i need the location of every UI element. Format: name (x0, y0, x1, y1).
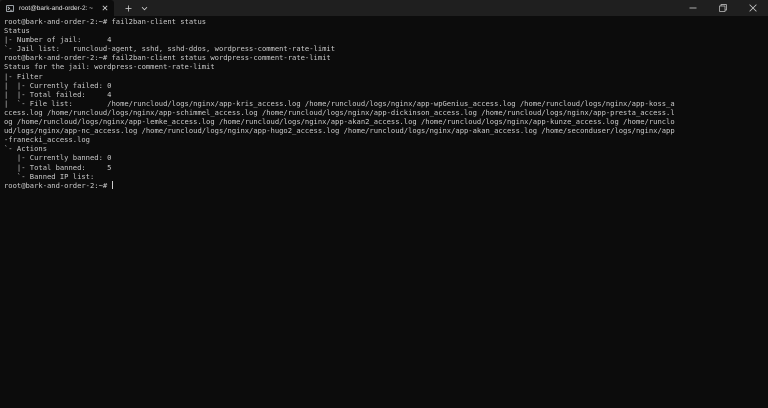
tab-title: root@bark-and-order-2: ~ (19, 4, 93, 12)
tab-active[interactable]: root@bark-and-order-2: ~ (0, 0, 114, 16)
close-window-icon[interactable] (738, 0, 768, 16)
title-bar: root@bark-and-order-2: ~ (0, 0, 768, 16)
terminal-line: ccess.log /home/runcloud/logs/nginx/app-… (4, 107, 675, 117)
terminal-line: |- Currently banned: 0 (4, 153, 112, 163)
terminal-window: root@bark-and-order-2: ~ root@bark-and-o… (0, 0, 768, 408)
terminal-line: Status for the jail: wordpress-comment-r… (4, 62, 215, 72)
terminal-line: | |- Currently failed: 0 (4, 80, 112, 90)
terminal-line: Status (4, 26, 30, 36)
window-controls (678, 0, 768, 16)
restore-icon[interactable] (708, 0, 738, 16)
terminal-line: |- Number of jail: 4 (4, 35, 112, 45)
terminal-output[interactable]: root@bark-and-order-2:~# fail2ban-client… (4, 17, 764, 408)
shell-prompt: root@bark-and-order-2:~# (4, 180, 112, 190)
text-cursor (112, 180, 114, 189)
terminal-line: root@bark-and-order-2:~# fail2ban-client… (4, 17, 207, 26)
plus-icon[interactable] (120, 0, 136, 16)
terminal-line: ud/logs/nginx/app-nc_access.log /home/ru… (4, 126, 675, 136)
terminal-line: root@bark-and-order-2:~# fail2ban-client… (4, 53, 331, 63)
minimize-icon[interactable] (678, 0, 708, 16)
terminal-line: `- Banned IP list: (4, 171, 95, 181)
terminal-icon (6, 4, 14, 12)
terminal-line: | |- Total failed: 4 (4, 89, 112, 99)
chevron-down-icon[interactable] (136, 0, 152, 16)
terminal-line: |- Filter (4, 71, 43, 81)
terminal-line: `- Jail list: runcloud-agent, sshd, sshd… (4, 44, 336, 54)
terminal-line: |- Total banned: 5 (4, 162, 112, 172)
prompt-line[interactable]: root@bark-and-order-2:~# (4, 180, 764, 190)
close-icon[interactable] (100, 3, 110, 13)
terminal-line: og /home/runcloud/logs/nginx/app-lemke_a… (4, 117, 675, 127)
terminal-line: | `- File list: /home/runcloud/logs/ngin… (4, 98, 675, 108)
terminal-line: -franecki_access.log (4, 135, 90, 145)
terminal-line: `- Actions (4, 144, 47, 154)
